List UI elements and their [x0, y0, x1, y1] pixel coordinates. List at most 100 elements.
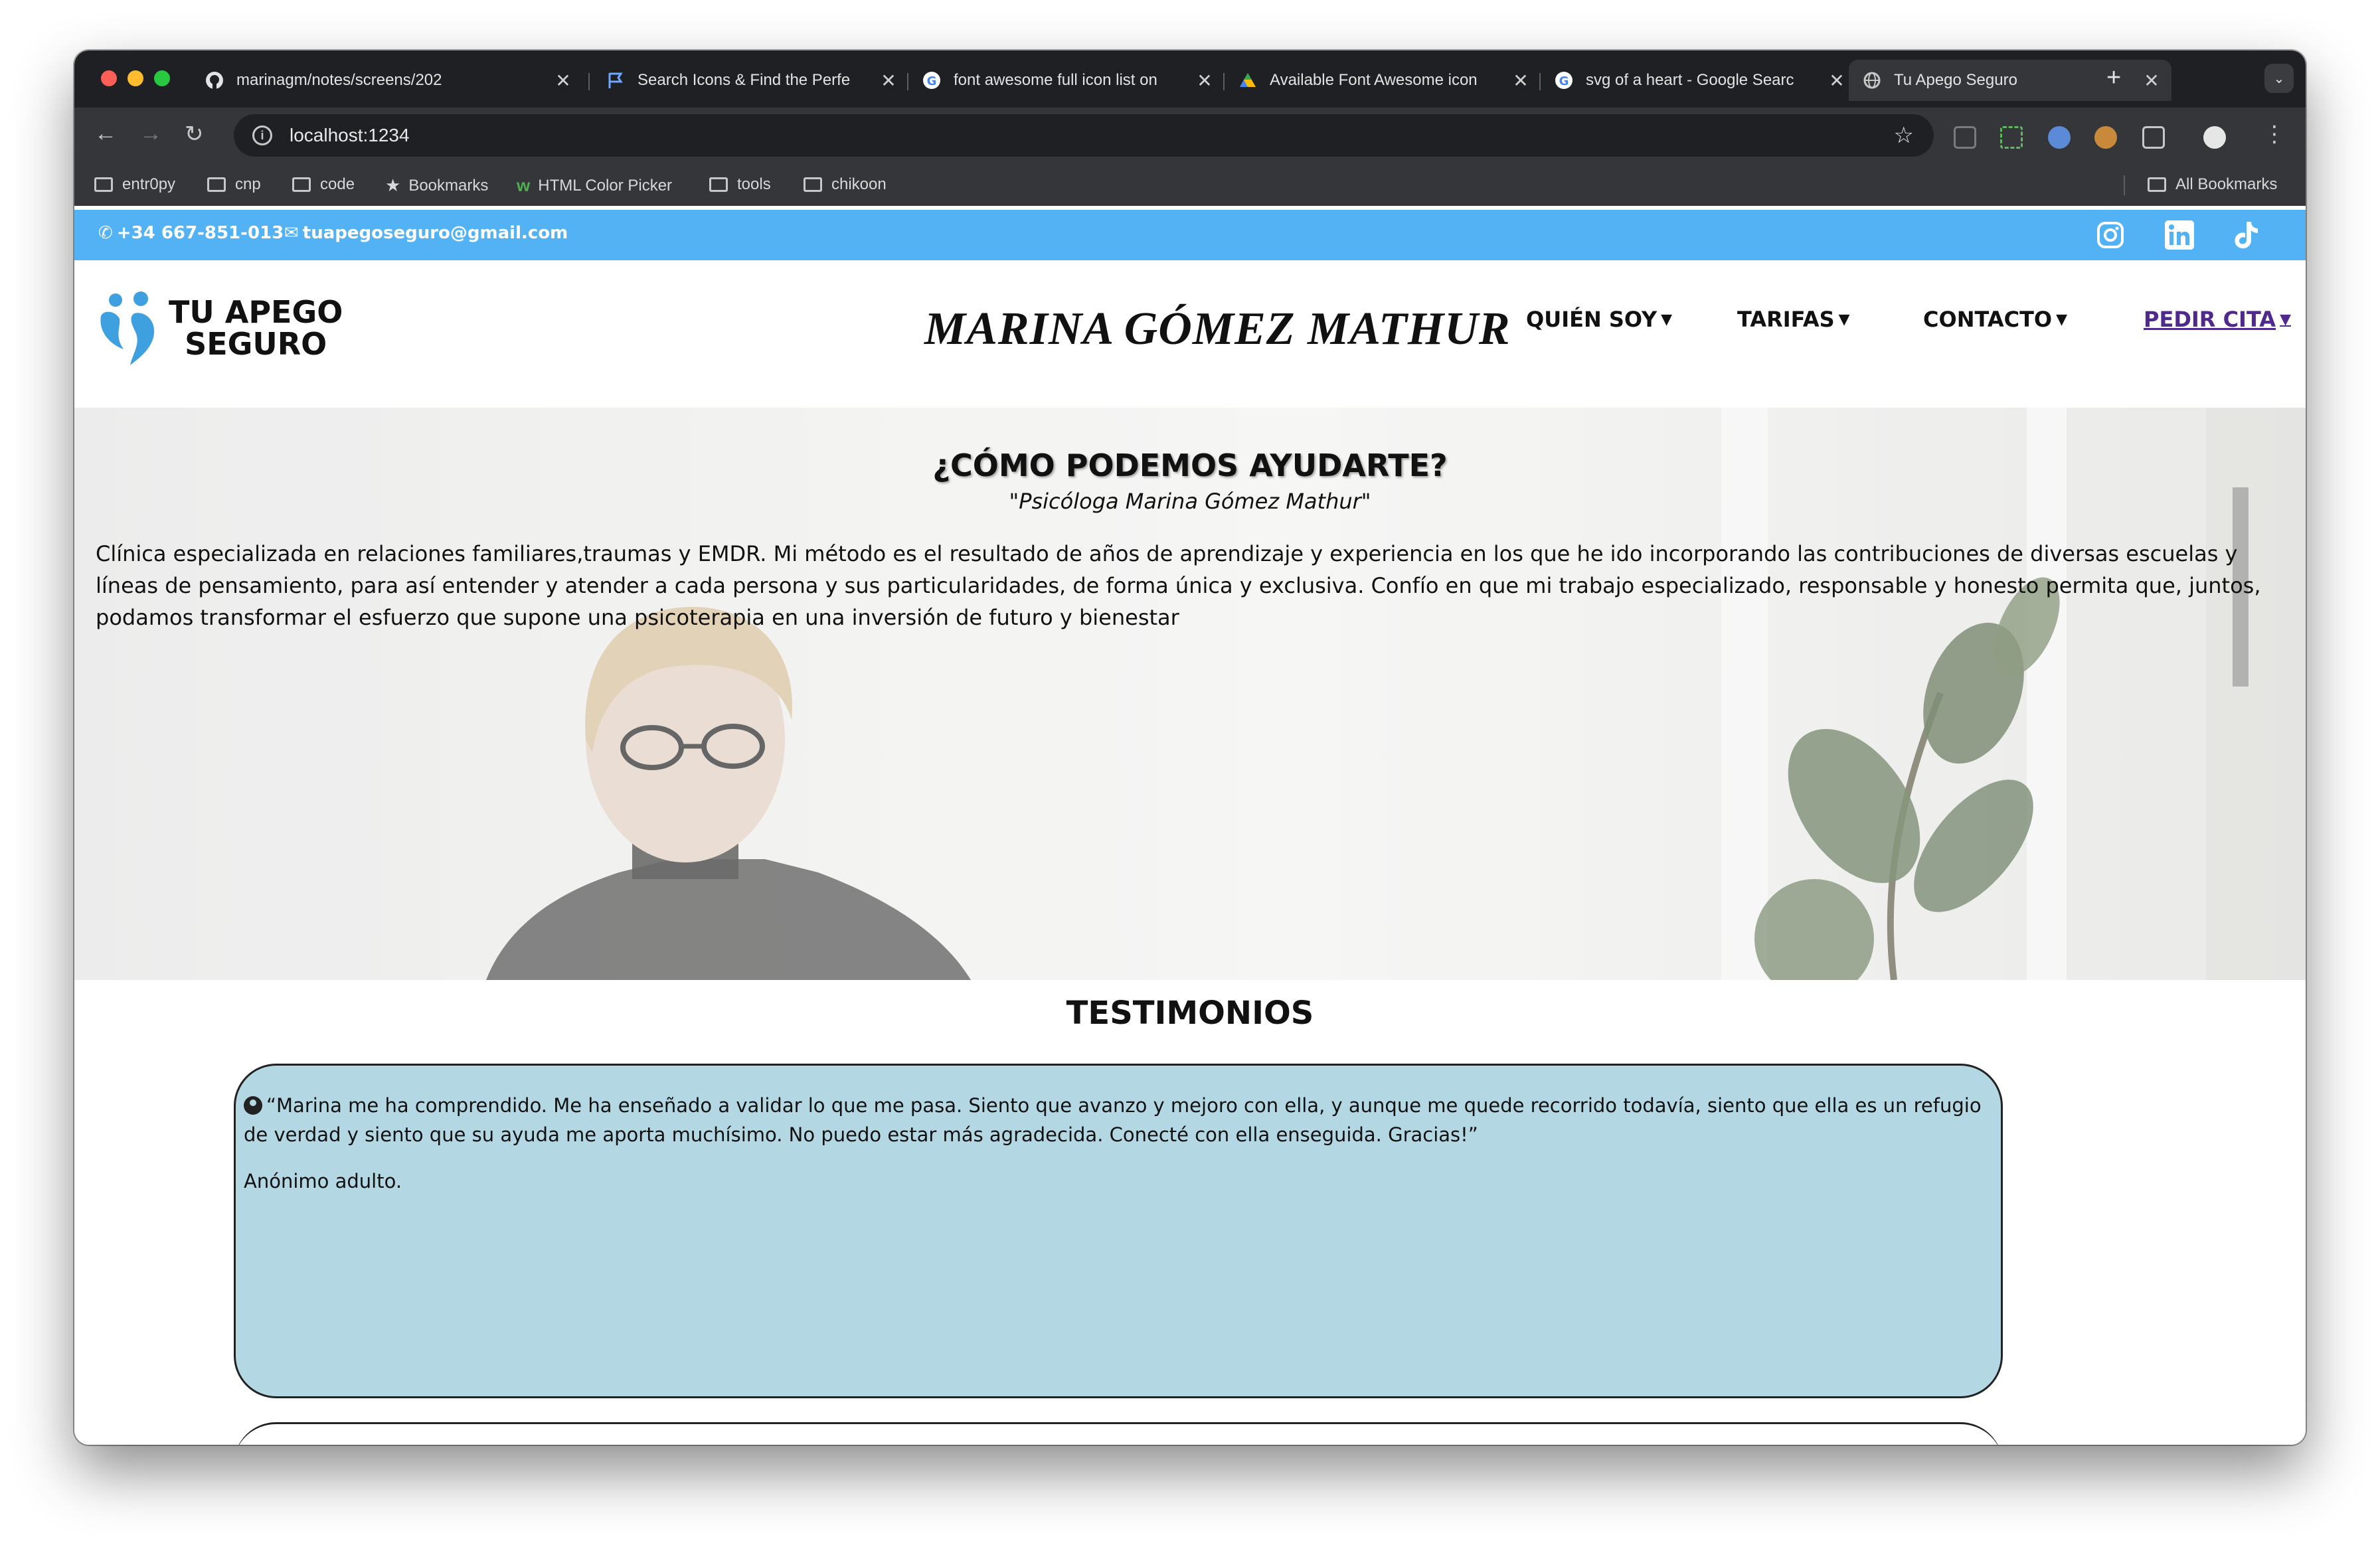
- bookmark-label: entr0py: [122, 175, 176, 193]
- hero-subtitle: "Psicóloga Marina Gómez Mathur": [1009, 489, 1371, 514]
- kebab-menu-icon[interactable]: ⋮: [2263, 121, 2286, 147]
- testimonial-card: “Marina me ha comprendido. Me ha enseñad…: [234, 1064, 2003, 1398]
- tab-search-icons[interactable]: Search Icons & Find the Perfe ✕: [592, 60, 908, 101]
- phone-icon: ✆: [98, 223, 113, 243]
- new-tab-button[interactable]: +: [2106, 64, 2121, 92]
- drive-icon: [1238, 70, 1258, 90]
- profile-avatar[interactable]: [2203, 126, 2226, 149]
- nav-label: CONTACTO: [1923, 307, 2053, 332]
- bookmark-cnp[interactable]: cnp: [207, 175, 261, 194]
- close-tab-icon[interactable]: ✕: [1828, 70, 1846, 92]
- tab-github[interactable]: marinagm/notes/screens/202 ✕: [191, 60, 583, 101]
- site-logo[interactable]: TU APEGO SEGURO: [94, 289, 343, 366]
- site-header: TU APEGO SEGURO MARINA GÓMEZ MATHUR QUIÉ…: [74, 260, 2306, 408]
- caret-down-icon: ▼: [1838, 311, 1850, 328]
- reload-button[interactable]: ↻: [185, 121, 204, 147]
- testimonial-quote-text: “Marina me ha comprendido. Me ha enseñad…: [244, 1094, 1982, 1146]
- close-tab-icon[interactable]: ✕: [1195, 70, 1214, 92]
- nav-tarifas[interactable]: TARIFAS ▼: [1737, 307, 1850, 332]
- minimize-window-button[interactable]: [128, 70, 143, 86]
- bookmark-label: tools: [737, 175, 771, 193]
- tiktok-icon[interactable]: [2230, 219, 2262, 251]
- bookmark-bookmarks[interactable]: ★ Bookmarks: [385, 175, 488, 196]
- bookmark-label: All Bookmarks: [2175, 175, 2278, 193]
- logo-line-1: TU APEGO: [169, 294, 343, 330]
- user-circle-icon: [244, 1096, 262, 1115]
- bookmark-entr0py[interactable]: entr0py: [94, 175, 175, 194]
- bookmark-label: Bookmarks: [408, 176, 489, 195]
- tab-svg-heart[interactable]: G svg of a heart - Google Searc ✕: [1541, 60, 1857, 101]
- bookmark-star-icon[interactable]: ☆: [1894, 122, 1914, 149]
- extension-blue-icon[interactable]: [2048, 126, 2071, 149]
- bookmarks-bar: entr0py cnp code ★ Bookmarks w HTML Colo…: [74, 163, 2306, 206]
- google-icon: G: [922, 70, 942, 90]
- w3-icon: w: [517, 175, 531, 195]
- folder-icon: [804, 177, 822, 192]
- bookmark-tools[interactable]: tools: [709, 175, 771, 194]
- back-button[interactable]: ←: [94, 121, 117, 147]
- all-bookmarks[interactable]: All Bookmarks: [2148, 175, 2277, 194]
- bookmark-code[interactable]: code: [292, 175, 355, 194]
- bookmark-html-color-picker[interactable]: w HTML Color Picker: [517, 175, 672, 196]
- testimonial-card-next: [234, 1422, 2003, 1445]
- close-tab-icon[interactable]: ✕: [879, 70, 898, 92]
- close-tab-icon[interactable]: ✕: [1511, 70, 1530, 92]
- forward-button[interactable]: →: [139, 121, 162, 147]
- bookmark-chikoon[interactable]: chikoon: [804, 175, 887, 194]
- tab-search-button[interactable]: ⌄: [2264, 64, 2294, 93]
- testimonial-author: Anónimo adulto.: [244, 1170, 402, 1192]
- contact-topbar: ✆ +34 667-851-013 ✉ tuapegoseguro@gmail.…: [74, 210, 2306, 260]
- extension-recycle-icon[interactable]: [1954, 126, 1976, 149]
- tab-title: Search Icons & Find the Perfe: [638, 71, 851, 89]
- url-text[interactable]: localhost:1234: [290, 125, 410, 146]
- instagram-icon[interactable]: [2094, 219, 2126, 251]
- hero-title: ¿CÓMO PODEMOS AYUDARTE?: [932, 447, 1448, 483]
- cookie-icon[interactable]: [2094, 126, 2117, 149]
- linkedin-icon[interactable]: [2164, 219, 2195, 251]
- folder-icon: [709, 177, 728, 192]
- extensions-puzzle-icon[interactable]: [2142, 126, 2165, 149]
- folder-icon: [94, 177, 113, 192]
- nav-pedir-cita[interactable]: PEDIR CITA ▼: [2144, 307, 2291, 332]
- tab-tu-apego-seguro[interactable]: Tu Apego Seguro ✕: [1849, 60, 2171, 101]
- envelope-icon: ✉: [284, 223, 299, 243]
- info-icon[interactable]: i: [252, 125, 272, 145]
- close-tab-icon[interactable]: ✕: [2142, 70, 2161, 92]
- nav-contacto[interactable]: CONTACTO ▼: [1923, 307, 2067, 332]
- bookmark-label: chikoon: [831, 175, 887, 193]
- logo-line-2: SEGURO: [185, 326, 327, 362]
- testimonial-quote: “Marina me ha comprendido. Me ha enseñad…: [244, 1091, 1992, 1149]
- folder-icon: [2148, 177, 2166, 192]
- google-icon: G: [1554, 70, 1574, 90]
- tab-title: Available Font Awesome icon: [1270, 71, 1478, 89]
- email-address: tuapegoseguro@gmail.com: [302, 223, 568, 243]
- logo-text: TU APEGO SEGURO: [169, 296, 343, 360]
- bookmark-label: code: [320, 175, 355, 193]
- tab-font-awesome-list[interactable]: G font awesome full icon list on ✕: [908, 60, 1225, 101]
- tab-bar: marinagm/notes/screens/202 ✕ Search Icon…: [74, 50, 2306, 108]
- phone-link[interactable]: ✆ +34 667-851-013: [98, 223, 284, 243]
- email-link[interactable]: ✉ tuapegoseguro@gmail.com: [284, 223, 568, 243]
- hero-section: ¿CÓMO PODEMOS AYUDARTE? "Psicóloga Marin…: [74, 408, 2306, 980]
- bookmarks-separator: [2124, 175, 2125, 195]
- nav-quien-soy[interactable]: QUIÉN SOY ▼: [1526, 307, 1672, 332]
- testimonials-title: TESTIMONIOS: [1066, 995, 1314, 1032]
- tab-title: marinagm/notes/screens/202: [236, 71, 442, 89]
- caret-down-icon: ▼: [1661, 311, 1673, 328]
- tab-separator: [588, 73, 590, 90]
- logo-figures-icon: [100, 291, 155, 365]
- maximize-window-button[interactable]: [154, 70, 170, 86]
- bookmark-label: HTML Color Picker: [538, 176, 673, 195]
- tab-title: Tu Apego Seguro: [1894, 71, 2017, 89]
- extension-screenshot-icon[interactable]: [2000, 126, 2023, 149]
- close-tab-icon[interactable]: ✕: [554, 70, 572, 92]
- caret-down-icon: ▼: [2056, 311, 2068, 328]
- flag-icon: [606, 70, 626, 90]
- github-icon: [205, 70, 224, 90]
- nav-label: TARIFAS: [1737, 307, 1835, 332]
- chevron-down-icon: ⌄: [2273, 71, 2285, 86]
- address-bar[interactable]: i localhost:1234 ☆: [234, 114, 1934, 157]
- phone-number: +34 667-851-013: [116, 223, 284, 243]
- tab-available-icons[interactable]: Available Font Awesome icon ✕: [1225, 60, 1541, 101]
- close-window-button[interactable]: [101, 70, 117, 86]
